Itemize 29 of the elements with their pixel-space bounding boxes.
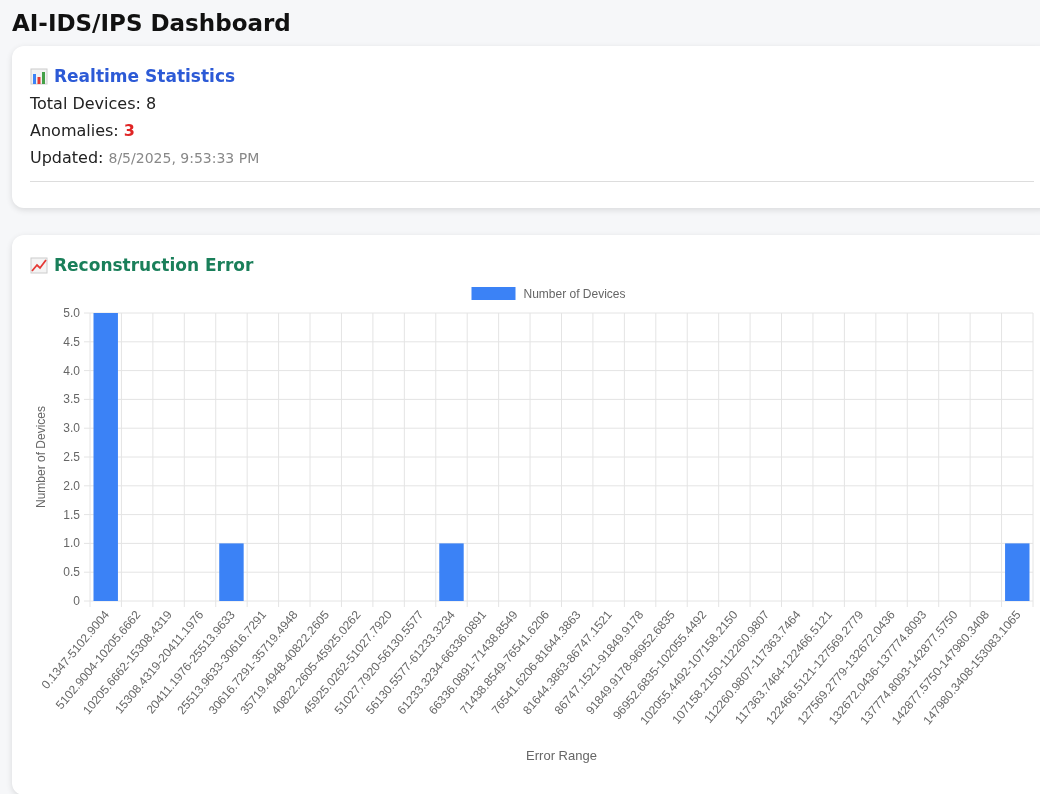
- y-tick-label: 1.0: [63, 536, 80, 551]
- bar-chart-icon: [30, 67, 48, 85]
- bar: [439, 543, 464, 601]
- stat-value: 8: [145, 93, 157, 115]
- y-tick-label: 4.5: [63, 334, 80, 349]
- y-tick-label: 0: [73, 594, 80, 608]
- stat-value: 8/5/2025, 9:53:33 PM: [108, 149, 260, 168]
- legend-item[interactable]: Number of Devices: [471, 287, 626, 301]
- y-tick-label: 2.0: [63, 478, 80, 493]
- card-title: Realtime Statistics: [54, 66, 236, 86]
- y-tick-label: 3.5: [63, 392, 80, 407]
- page-title: AI-IDS/IPS Dashboard: [12, 10, 292, 36]
- y-tick-label: 0.5: [63, 565, 80, 580]
- bar: [219, 543, 244, 601]
- y-tick-label: 4.0: [63, 363, 80, 378]
- bar: [1005, 543, 1030, 601]
- stat-label: Total Devices:: [30, 93, 141, 115]
- y-tick-label: 1.5: [63, 507, 80, 522]
- stat-label: Anomalies:: [30, 120, 119, 142]
- legend-label: Number of Devices: [523, 287, 626, 301]
- line-chart-icon: [30, 256, 48, 274]
- x-axis-title: Error Range: [526, 748, 597, 763]
- card-title: Reconstruction Error: [54, 255, 254, 275]
- stat-label: Updated:: [30, 147, 104, 169]
- stat-value: 3: [123, 120, 135, 142]
- y-axis-title: Number of Devices: [34, 406, 48, 508]
- y-tick-label: 5.0: [63, 306, 80, 320]
- y-tick-label: 3.0: [63, 421, 80, 436]
- y-tick-label: 2.5: [63, 450, 80, 464]
